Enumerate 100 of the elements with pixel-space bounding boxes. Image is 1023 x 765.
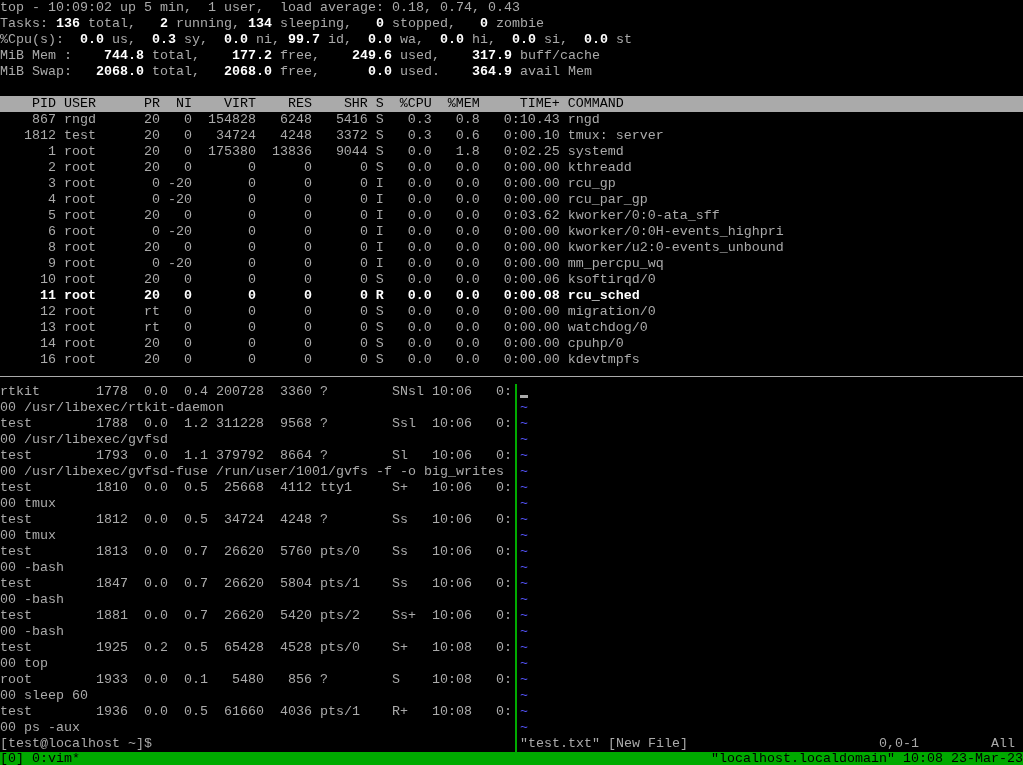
table-cell-text: test [62, 128, 97, 144]
table-cell-text: I [374, 176, 384, 192]
table-cell-text: 10 [39, 272, 56, 288]
terminal-line: 00 -bash [0, 592, 64, 607]
table-cell-text: 0 [246, 192, 256, 208]
host-clock-label: "localhost.localdomain" 10:08 23-Mar-23 [711, 752, 1023, 765]
table-cell-text: 0 [246, 208, 256, 224]
table-cell-text: rt [142, 320, 160, 336]
table-cell-text: kworker/u2:0-events_unbound [566, 240, 784, 256]
table-cell-text: 0:00.00 [502, 240, 560, 256]
table-cell-text: 0 [246, 224, 256, 240]
table-cell-text: kworker/0:0H-events_highpri [566, 224, 784, 240]
table-cell-text: 0.0 [406, 352, 432, 368]
table-cell-text: 16 [39, 352, 56, 368]
table-cell-text: 867 [31, 112, 56, 128]
empty-line-marker: ~ [520, 432, 528, 447]
column-header: SHR [342, 96, 368, 112]
table-cell-text: S [374, 272, 384, 288]
table-cell-text: 0 [246, 336, 256, 352]
table-cell-text: 0 [302, 288, 312, 304]
table-cell-text: migration/0 [566, 304, 656, 320]
table-cell-text: S [374, 352, 384, 368]
summary-line: Tasks: 136 total, 2 running, 134 sleeping, 0 stopped, 0 zombie [0, 16, 544, 31]
empty-line-marker: ~ [520, 480, 528, 495]
terminal-line: test 1881 0.0 0.7 26620 5420 pts/2 Ss+ 10:06 0: [0, 608, 512, 623]
table-cell-text: 0.0 [406, 288, 432, 304]
table-cell-text: 14 [39, 336, 56, 352]
table-cell-text: 0.0 [454, 352, 480, 368]
table-cell-text: 0 [150, 192, 160, 208]
table-cell-text: 0 [182, 336, 192, 352]
summary-line: top - 10:09:02 up 5 min, 1 user, load average: 0.18, 0.74, 0.43 [0, 0, 520, 15]
table-cell-text: 0 [358, 208, 368, 224]
table-cell-text: 4 [47, 192, 56, 208]
table-cell-text: 0 [302, 224, 312, 240]
table-cell-text: cpuhp/0 [566, 336, 624, 352]
table-cell-text: 0 [302, 256, 312, 272]
table-cell-text: 0.0 [454, 240, 480, 256]
table-cell-text: 20 [142, 240, 160, 256]
table-cell-text: 0.0 [454, 304, 480, 320]
table-cell-text: root [62, 288, 97, 304]
table-cell-text: 0 [358, 176, 368, 192]
table-cell-text: S [374, 128, 384, 144]
table-cell-text: S [374, 112, 384, 128]
table-cell-text: 0:00.00 [502, 160, 560, 176]
table-cell-text: 0.0 [454, 288, 480, 304]
table-cell-text: 0 [182, 288, 192, 304]
table-cell-text: 12 [39, 304, 56, 320]
terminal-line: 00 -bash [0, 560, 64, 575]
table-cell-text: 0.0 [406, 320, 432, 336]
table-cell-text: 0 [246, 320, 256, 336]
empty-line-marker: ~ [520, 656, 528, 671]
column-header: VIRT [222, 96, 256, 112]
table-cell-text: 0 [358, 320, 368, 336]
table-cell-text: 0 [302, 240, 312, 256]
table-cell-text: 0:03.62 [502, 208, 560, 224]
empty-line-marker: ~ [520, 720, 528, 735]
table-cell-text: I [374, 240, 384, 256]
table-cell-text: rngd [566, 112, 600, 128]
table-cell-text: 5416 [334, 112, 368, 128]
terminal-line: test 1925 0.2 0.5 65428 4528 pts/0 S+ 10:08 0: [0, 640, 512, 655]
table-cell-text: 0.6 [454, 128, 480, 144]
table-cell-text: 2 [47, 160, 56, 176]
table-cell-text: 8 [47, 240, 56, 256]
column-header: RES [286, 96, 312, 112]
table-cell-text: 0 [182, 352, 192, 368]
table-cell-text: 0 [182, 320, 192, 336]
table-cell-text: S [374, 336, 384, 352]
table-cell-text: 6248 [278, 112, 312, 128]
table-cell-text: root [62, 224, 97, 240]
table-cell-text: 20 [142, 160, 160, 176]
table-cell-text: 0.0 [406, 160, 432, 176]
table-cell-text: S [374, 320, 384, 336]
table-cell-text: 0 [246, 304, 256, 320]
table-cell-text: 0 [246, 256, 256, 272]
table-cell-text: 13836 [270, 144, 312, 160]
table-cell-text: 0 [302, 304, 312, 320]
empty-line-marker: ~ [520, 416, 528, 431]
table-cell-text: 3 [47, 176, 56, 192]
session-label: [0] 0:vim* [0, 752, 80, 765]
table-cell-text: root [62, 352, 97, 368]
table-cell-text: 0 [358, 240, 368, 256]
terminal-line: 00 top [0, 656, 48, 671]
column-header: PID [31, 96, 56, 112]
terminal-line: 00 ps -aux [0, 720, 80, 735]
table-cell-text: 0 [150, 256, 160, 272]
table-cell-text: kthreadd [566, 160, 632, 176]
terminal-line: test 1813 0.0 0.7 26620 5760 pts/0 Ss 10:06 0: [0, 544, 512, 559]
terminal-line: rtkit 1778 0.0 0.4 200728 3360 ? SNsl 10:06 0: [0, 384, 512, 399]
terminal-line: 00 tmux [0, 496, 56, 511]
table-cell-text: -20 [166, 256, 192, 272]
terminal-line: 00 /usr/libexec/gvfsd-fuse /run/user/1001/gvfs -f -o big_writes [0, 464, 504, 479]
table-cell-text: 0 [182, 128, 192, 144]
table-cell-text: 11 [39, 288, 56, 304]
table-cell-text: root [62, 160, 97, 176]
table-cell-text: 0 [182, 208, 192, 224]
table-cell-text: 0 [150, 176, 160, 192]
column-header: PR [142, 96, 160, 112]
table-cell-text: 0.0 [406, 208, 432, 224]
terminal-line: test 1936 0.0 0.5 61660 4036 pts/1 R+ 10:08 0: [0, 704, 512, 719]
column-header: S [374, 96, 384, 112]
